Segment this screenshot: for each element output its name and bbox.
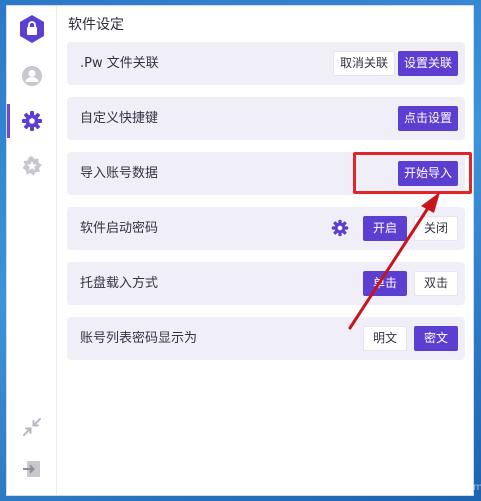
watermark-url: www.xiazaiba.com bbox=[390, 482, 481, 493]
annotation-arrow bbox=[348, 192, 440, 330]
watermark: 下载吧 www.xiazaiba.com bbox=[350, 438, 481, 500]
